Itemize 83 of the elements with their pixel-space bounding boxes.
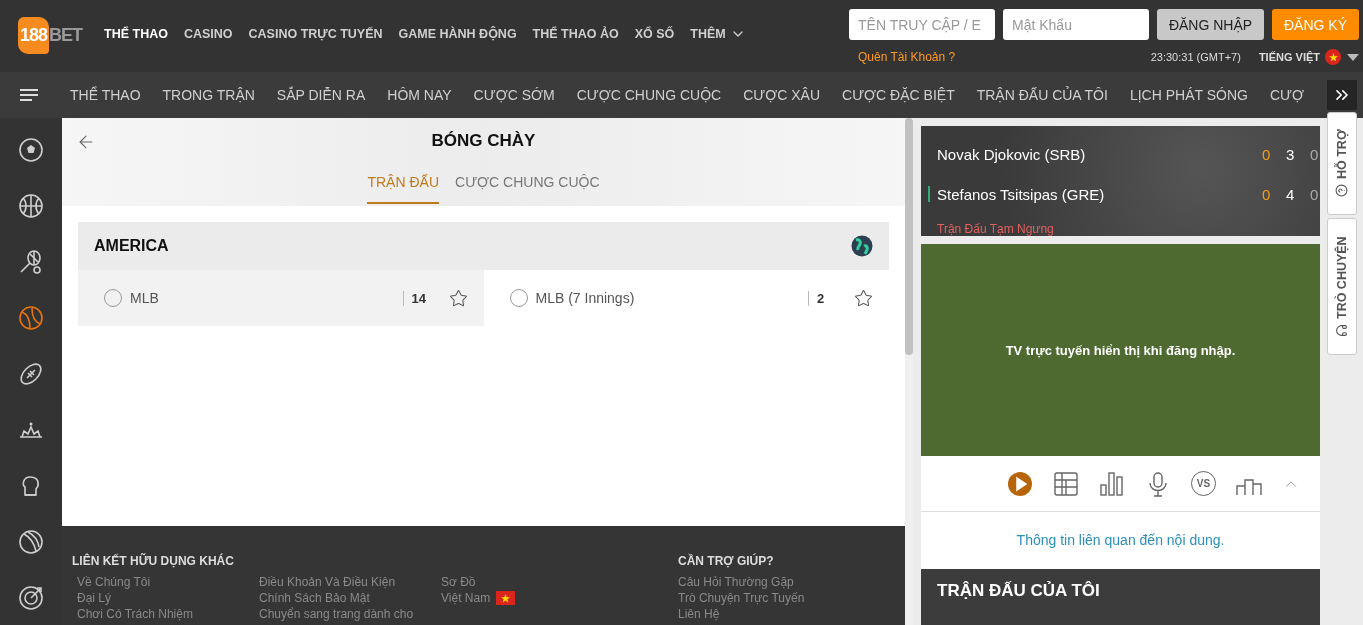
event-count: 14 (402, 290, 443, 306)
footer-link[interactable]: Sơ Đồ (441, 575, 618, 589)
clock: 23:30:31 (GMT+7) (1150, 51, 1241, 63)
subnav-link[interactable]: SẮP DIỄN RA (276, 87, 366, 103)
match-status: Trận Đấu Tạm Ngưng (937, 222, 1055, 236)
footer-link[interactable]: Điều Khoản Và Điều Kiện (259, 575, 436, 589)
star-icon[interactable] (854, 288, 873, 308)
username-field[interactable]: TÊN TRUY CẬP / E (849, 9, 995, 40)
nav-link[interactable]: XỔ SỐ (634, 27, 675, 41)
star-icon[interactable] (448, 288, 468, 308)
language-selector[interactable]: TIẾNG VIỆT (1258, 51, 1320, 63)
footer-link[interactable]: Liên Hệ (678, 607, 860, 621)
player-name: Stefanos Tsitsipas (GRE) (937, 185, 1105, 203)
tennis-icon[interactable] (18, 249, 44, 275)
nav-link[interactable]: GAME HÀNH ĐỘNG (398, 27, 517, 41)
play-icon[interactable] (1007, 470, 1033, 497)
login-button[interactable]: ĐĂNG NHẬP (1157, 9, 1264, 40)
nav-link[interactable]: CASINO TRỰC TUYẾN (248, 27, 383, 41)
my-matches-title: TRẬN ĐẤU CỦA TÔI (937, 581, 1100, 601)
subnav-link[interactable]: TRONG TRẬN (162, 87, 255, 103)
more-menu[interactable]: THÊM (690, 26, 746, 42)
footer-heading: LIÊN KẾT HỮU DỤNG KHÁC (72, 554, 235, 568)
my-matches-header[interactable]: TRẬN ĐẤU CỦA TÔI (921, 569, 1320, 625)
score: 0 (1310, 185, 1320, 203)
subnav-link[interactable]: HÔM NAY (387, 87, 452, 103)
caret-icon[interactable] (1347, 53, 1359, 61)
subnav-link[interactable]: CƯỢC SỚM (473, 87, 555, 103)
football-icon[interactable] (18, 361, 44, 387)
footer-link[interactable]: Đại Lý (77, 591, 254, 605)
league-row[interactable]: MLB 14 (78, 270, 484, 326)
logo-text[interactable]: BET (49, 24, 83, 46)
subnav-link[interactable]: LỊCH PHÁT SÓNG (1129, 87, 1248, 103)
darts-icon[interactable] (18, 585, 44, 611)
footer-link[interactable]: Trò Chuyện Trực Tuyến (678, 591, 860, 605)
side-tab[interactable]: TRÒ CHUYỆN (1327, 218, 1357, 355)
score: 0 (1310, 145, 1320, 163)
score: 0 (1262, 145, 1272, 163)
help-icon (1335, 184, 1349, 198)
player-name: Novak Djokovic (SRB) (937, 145, 1086, 163)
scrollbar[interactable] (905, 118, 913, 625)
info-text: Thông tin liên quan đến nội dung. (1016, 532, 1225, 549)
video-message: TV trực tuyến hiển thị khi đăng nhập. (1005, 342, 1236, 358)
bar-chart-icon[interactable] (1099, 470, 1125, 497)
flag-icon (1325, 49, 1341, 65)
side-tab[interactable]: HỖ TRỢ (1327, 112, 1357, 215)
footer-link[interactable]: Về Chúng Tôi (77, 575, 254, 589)
soccer-icon[interactable] (18, 137, 44, 163)
nav-link[interactable]: CASINO (183, 27, 233, 41)
footer-link[interactable]: Chính Sách Bảo Mật (259, 591, 436, 605)
forgot-account-link[interactable]: Quên Tài Khoản ? (858, 50, 956, 64)
league-name: MLB (7 Innings) (535, 290, 635, 306)
league-name: MLB (130, 290, 159, 306)
flag-icon (496, 591, 516, 605)
score: 4 (1286, 185, 1296, 203)
score: 3 (1286, 145, 1296, 163)
subnav-link[interactable]: CƯỢ (1269, 87, 1304, 103)
nav-link[interactable]: THỂ THAO ẢO (532, 27, 619, 41)
footer-link[interactable]: Chuyển sang trang dành cho (259, 607, 436, 621)
tab[interactable]: CƯỢC CHUNG CUỘC (455, 174, 600, 204)
event-count: 2 (808, 290, 848, 306)
subnav-link[interactable]: CƯỢC CHUNG CUỘC (576, 87, 722, 103)
globe-icon (851, 235, 873, 257)
basketball-icon[interactable] (18, 193, 44, 219)
region-header[interactable]: AMERICA (78, 222, 889, 270)
expand-button[interactable] (1327, 80, 1357, 110)
baseball-icon[interactable] (18, 305, 44, 331)
subnav-link[interactable]: CƯỢC XÂU (743, 87, 821, 103)
region-name: AMERICA (94, 237, 169, 255)
grid-icon[interactable] (1053, 470, 1079, 497)
footer-link[interactable]: Câu Hỏi Thường Gặp (678, 575, 860, 589)
score: 0 (1262, 185, 1272, 203)
sport-title: BÓNG CHÀY (431, 131, 536, 151)
footer-link[interactable]: Việt Nam (441, 591, 618, 605)
headset-icon (1335, 323, 1349, 337)
cricket-icon[interactable] (18, 529, 44, 555)
subnav-link[interactable]: TRẬN ĐẤU CỦA TÔI (976, 87, 1108, 103)
nav-link[interactable]: THỂ THAO (104, 27, 168, 41)
footer-heading: CẦN TRỢ GIÚP? (678, 554, 775, 568)
menu-icon[interactable] (20, 88, 38, 102)
subnav-link[interactable]: CƯỢC ĐẶC BIỆT (842, 87, 955, 103)
footer-link[interactable]: Chơi Có Trách Nhiệm (77, 607, 254, 621)
subnav-link[interactable]: THỂ THAO (70, 87, 141, 103)
password-field[interactable]: Mật Khẩu (1003, 9, 1149, 40)
